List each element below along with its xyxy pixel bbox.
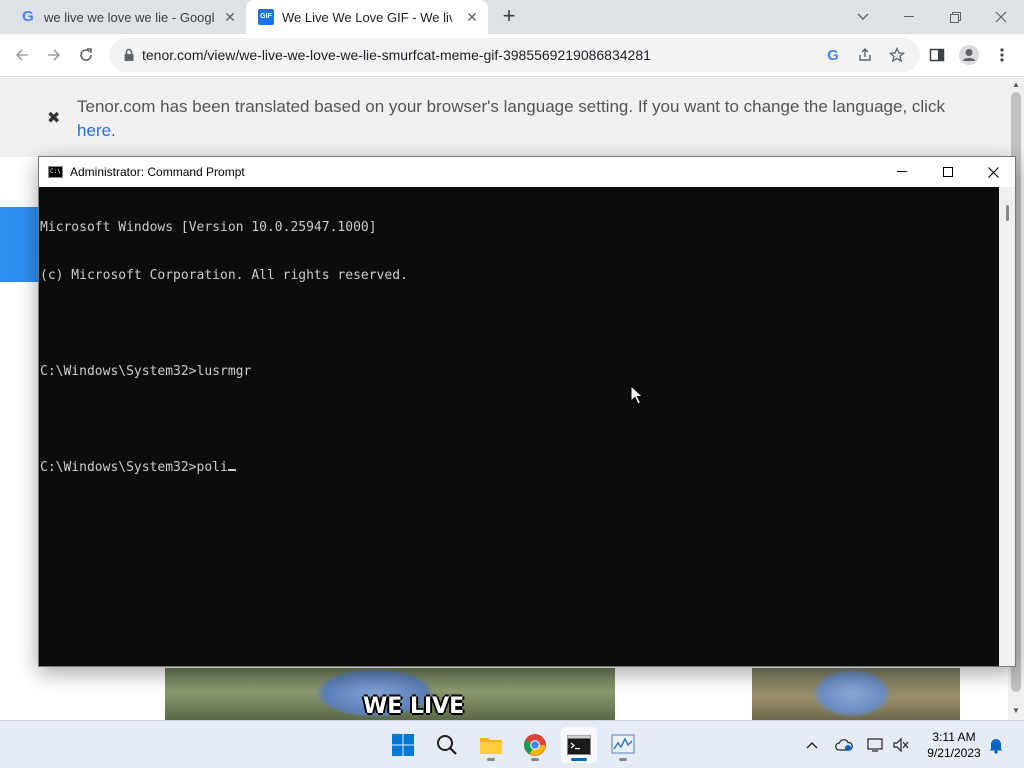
cmd-close-button[interactable] [970, 157, 1016, 187]
cmd-window-title: Administrator: Command Prompt [70, 165, 245, 179]
translate-notice-bar: ✖ Tenor.com has been translated based on… [0, 78, 1008, 157]
side-panel-icon[interactable] [925, 43, 949, 67]
gif-image[interactable]: WE LIVE [165, 668, 615, 720]
browser-toolbar: tenor.com/view/we-live-we-love-we-lie-sm… [0, 34, 1024, 77]
minimize-button[interactable] [886, 0, 932, 34]
taskbar-chrome[interactable] [517, 727, 553, 763]
windows-start-icon [392, 734, 414, 756]
menu-kebab-icon[interactable] [990, 43, 1014, 67]
translate-message-text: Tenor.com has been translated based on y… [77, 97, 945, 116]
profile-avatar-icon[interactable] [957, 43, 981, 67]
cmd-minimize-button[interactable] [879, 157, 925, 187]
command-prompt-icon: C:\ [48, 166, 63, 178]
start-button[interactable] [385, 727, 421, 763]
tab-search-icon[interactable] [840, 0, 886, 34]
search-icon [437, 735, 457, 755]
console-current-input[interactable]: C:\Windows\System32>poli [40, 460, 228, 475]
cmd-title-bar[interactable]: C:\ Administrator: Command Prompt [39, 157, 1015, 187]
tab-tenor[interactable]: GIF We Live We Love GIF - We live W ✕ [246, 0, 488, 34]
command-prompt-window[interactable]: C:\ Administrator: Command Prompt Micros… [38, 156, 1016, 667]
clock-date: 9/21/2023 [927, 746, 981, 760]
console-input-line[interactable]: C:\Windows\System32>poli [40, 460, 999, 476]
new-tab-button[interactable]: + [497, 5, 521, 29]
system-clock[interactable]: 3:11 AM 9/21/2023 [918, 729, 990, 761]
active-indicator [571, 758, 587, 761]
url-text[interactable]: tenor.com/view/we-live-we-love-we-lie-sm… [142, 47, 651, 63]
console-line: (c) Microsoft Corporation. All rights re… [40, 268, 408, 283]
translate-message: Tenor.com has been translated based on y… [77, 95, 987, 143]
tab-google-search[interactable]: G we live we love we lie - Google S ✕ [8, 0, 246, 34]
text-cursor [227, 469, 236, 471]
tab-strip: G we live we love we lie - Google S ✕ GI… [0, 0, 1024, 34]
cmd-scroll-thumb[interactable] [1006, 205, 1009, 221]
volume-muted-icon[interactable] [891, 735, 911, 755]
gif-caption: WE LIVE [363, 694, 465, 719]
page-side-element [0, 207, 40, 282]
google-icon: G [22, 8, 34, 25]
bookmark-star-icon[interactable] [888, 46, 906, 64]
back-button[interactable] [10, 43, 34, 67]
tab-title: We Live We Love GIF - We live W [282, 9, 452, 25]
performance-monitor-icon [611, 734, 635, 754]
cmd-maximize-button[interactable] [925, 157, 971, 187]
scroll-down-arrow-icon[interactable]: ▼ [1012, 706, 1020, 715]
address-bar[interactable]: tenor.com/view/we-live-we-love-we-lie-sm… [109, 38, 920, 72]
scroll-up-arrow-icon[interactable]: ▲ [1012, 80, 1020, 89]
running-indicator [531, 758, 539, 761]
windows-taskbar: 3:11 AM 9/21/2023 [0, 720, 1024, 768]
share-icon[interactable] [856, 46, 874, 64]
reload-button[interactable] [74, 43, 98, 67]
restore-button[interactable] [932, 0, 978, 34]
running-indicator [619, 758, 627, 761]
network-icon[interactable] [866, 735, 886, 755]
show-hidden-icons-chevron-up-icon[interactable] [802, 735, 822, 755]
chrome-icon [524, 734, 546, 756]
tenor-gif-icon: GIF [258, 9, 274, 25]
tab-title: we live we love we lie - Google S [44, 9, 214, 25]
translate-message-suffix: . [111, 121, 116, 140]
here-link[interactable]: here [77, 121, 111, 140]
close-icon[interactable]: ✖ [47, 108, 60, 128]
taskbar-performance-monitor[interactable] [605, 727, 641, 763]
google-translate-icon[interactable]: G [824, 46, 842, 64]
notification-bell-icon[interactable] [986, 735, 1006, 755]
taskbar-search-button[interactable] [429, 727, 465, 763]
console-line: C:\Windows\System32>lusrmgr [40, 364, 252, 379]
onedrive-cloud-icon[interactable] [834, 735, 854, 755]
related-gif-image[interactable] [752, 668, 960, 720]
command-prompt-icon [567, 735, 591, 755]
cmd-scrollbar[interactable] [999, 187, 1015, 666]
running-indicator [487, 758, 495, 761]
cmd-console-output[interactable]: Microsoft Windows [Version 10.0.25947.10… [39, 187, 999, 666]
smurf-figure [812, 668, 892, 718]
close-window-button[interactable] [978, 0, 1024, 34]
lock-icon[interactable] [121, 47, 137, 63]
file-explorer-icon [480, 738, 502, 754]
mouse-pointer-icon [630, 385, 644, 405]
clock-time: 3:11 AM [932, 730, 976, 744]
console-line: Microsoft Windows [Version 10.0.25947.10… [40, 220, 377, 235]
taskbar-file-explorer[interactable] [473, 727, 509, 763]
taskbar-command-prompt[interactable] [561, 727, 597, 763]
close-tab-icon[interactable]: ✕ [464, 9, 480, 25]
close-tab-icon[interactable]: ✕ [222, 9, 238, 25]
forward-button[interactable] [42, 43, 66, 67]
